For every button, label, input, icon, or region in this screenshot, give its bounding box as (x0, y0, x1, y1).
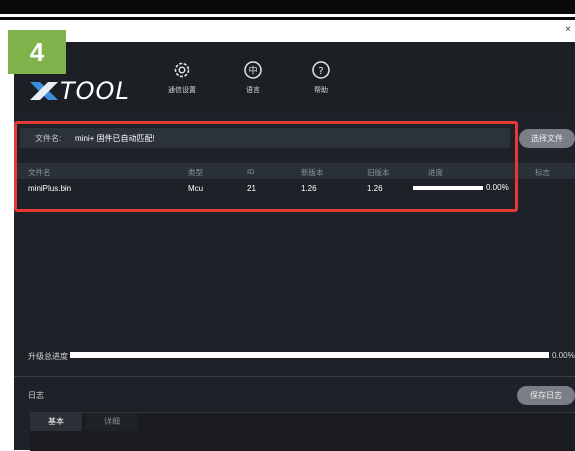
window-titlebar: × (14, 22, 575, 42)
select-file-button[interactable]: 选择文件 (519, 129, 575, 148)
section-divider (14, 376, 575, 377)
logo-text: TOOL (60, 77, 130, 105)
nav-help[interactable]: ? 帮助 (301, 60, 341, 95)
step-badge: 4 (8, 30, 66, 74)
log-label: 日志 (28, 391, 44, 400)
nav-comm-settings[interactable]: 通信设置 (162, 60, 202, 95)
nav-label: 通信设置 (168, 87, 196, 94)
help-icon: ? (312, 61, 330, 79)
tab-basic[interactable]: 基本 (30, 413, 82, 431)
save-log-button[interactable]: 保存日志 (517, 386, 575, 405)
gear-icon (174, 62, 190, 78)
svg-text:?: ? (318, 66, 323, 77)
nav-label: 帮助 (314, 87, 328, 94)
xtool-logo: TOOL (28, 76, 130, 106)
top-frame-line (0, 17, 575, 20)
svg-text:中: 中 (248, 65, 257, 77)
language-icon: 中 (244, 61, 262, 79)
top-frame-bar (0, 0, 575, 14)
tab-detail[interactable]: 详细 (86, 413, 138, 431)
close-icon[interactable]: × (565, 24, 571, 35)
total-progress-label: 升级总进度 (28, 352, 68, 361)
col-header-flag: 标志 (535, 168, 550, 177)
nav-language[interactable]: 中 语言 (233, 60, 273, 95)
nav-label: 语言 (246, 87, 260, 94)
x-logo-icon (30, 82, 58, 100)
total-progress-value: 0.00% (552, 351, 575, 360)
total-progress-bar (70, 352, 549, 358)
highlight-box (14, 121, 518, 212)
